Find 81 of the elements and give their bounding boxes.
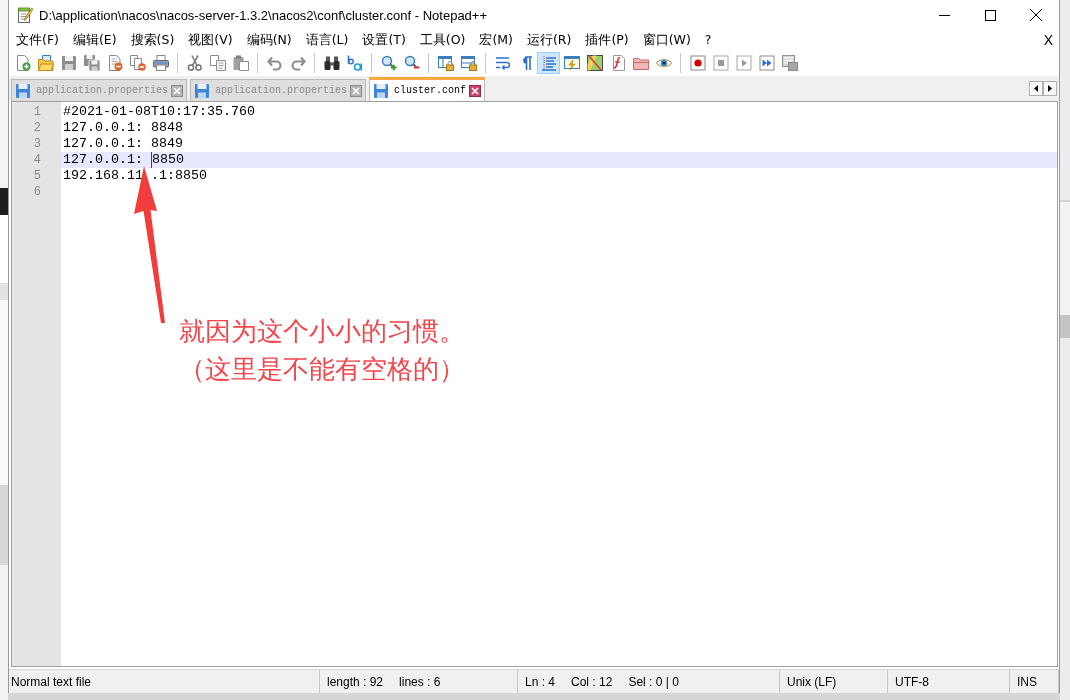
close-tab-icon[interactable] xyxy=(350,84,363,97)
printer-icon xyxy=(152,55,169,71)
clipboard-icon xyxy=(232,55,249,71)
code-text: 8850 xyxy=(152,152,184,168)
menu-item[interactable]: 设置(T) xyxy=(355,32,413,48)
code-text: 192.168.11 xyxy=(63,168,143,184)
status-text: UTF-8 xyxy=(895,674,929,689)
menu-item[interactable]: 编码(N) xyxy=(239,32,299,48)
file-tab[interactable]: cluster.conf xyxy=(369,77,486,101)
maximize-icon xyxy=(984,9,996,21)
status-text: Sel : 0 | 0 xyxy=(628,674,679,689)
scroll-tabs-right-button[interactable] xyxy=(1043,81,1057,96)
menu-item[interactable]: ? xyxy=(697,32,719,48)
window-lock-icon xyxy=(437,55,454,71)
new-page-icon xyxy=(14,55,31,71)
line-number: 5 xyxy=(32,168,41,184)
text-editor[interactable]: 1 2 3 4 5 6 #2021-01-08T10:17:35.760 127.0.0.1: 8848 127.0.0.1: 8849 127.0.0.1: 8850 192.168.11 .1:8850 就因为这个小小的习惯。 （这里是不能有空格的） xyxy=(11,101,1058,667)
scroll-tabs-left-button[interactable] xyxy=(1029,81,1043,96)
window-lock-icon xyxy=(460,55,477,71)
status-text: Unix (LF) xyxy=(787,674,837,689)
zoom-out-icon xyxy=(403,55,420,71)
close-tab-icon[interactable] xyxy=(171,84,184,97)
binoculars-icon xyxy=(323,55,340,71)
close-icon xyxy=(1030,9,1042,21)
notepad-icon xyxy=(17,7,33,23)
menu-item[interactable]: 搜索(S) xyxy=(123,32,182,48)
line-number: 3 xyxy=(32,136,41,152)
word-wrap-icon xyxy=(494,55,511,71)
menu-item[interactable]: 宏(M) xyxy=(472,32,520,48)
line-number: 4 xyxy=(32,152,41,168)
window-bolt-icon xyxy=(563,55,580,71)
replace-icon xyxy=(346,55,363,71)
menu-item[interactable]: 视图(V) xyxy=(181,32,240,48)
status-text: Col : 12 xyxy=(571,674,613,689)
code-text: #2021-01-08T10:17:35.760 xyxy=(63,104,255,120)
indent-guide-button[interactable] xyxy=(537,52,560,74)
menu-item[interactable]: 文件(F) xyxy=(9,32,66,48)
line-number: 6 xyxy=(32,184,41,200)
code-text: 127.0.0.1: 8849 xyxy=(63,136,183,152)
fast-forward-icon xyxy=(758,55,775,71)
annotation-text: （这里是不能有空格的） xyxy=(179,353,465,386)
copy-icon xyxy=(209,55,226,71)
play-icon xyxy=(735,55,752,71)
minimize-icon xyxy=(938,14,950,16)
folder-page-icon xyxy=(37,55,54,71)
code-text: .1:8850 xyxy=(150,168,207,184)
pages-minus-icon xyxy=(129,55,146,71)
page-minus-icon xyxy=(106,55,123,71)
list-window-icon xyxy=(781,55,798,71)
annotation-text: 就因为这个小小的习惯。 xyxy=(179,315,465,348)
scissors-icon xyxy=(186,55,203,71)
triangle-left-icon xyxy=(1034,85,1038,92)
line-number: 2 xyxy=(32,120,41,136)
floppy-disks-icon xyxy=(83,55,100,71)
line-number: 1 xyxy=(32,104,41,120)
map-icon xyxy=(586,55,603,71)
menu-item[interactable]: 编辑(E) xyxy=(65,32,124,48)
close-document-button[interactable]: X xyxy=(1043,32,1059,48)
indent-guide-icon xyxy=(540,55,557,71)
code-text: 127.0.0.1: xyxy=(63,152,144,168)
undo-icon xyxy=(266,55,283,71)
close-tab-icon[interactable] xyxy=(469,84,482,97)
folder-icon xyxy=(632,55,649,71)
menu-item[interactable]: 运行(R) xyxy=(520,32,579,48)
stop-icon xyxy=(712,55,729,71)
menu-item[interactable]: 插件(P) xyxy=(578,32,636,48)
window-title: D:\application\nacos\nacos-server-1.3.2\nacos2\conf\cluster.conf - Notepad++ xyxy=(39,7,488,23)
text-cursor-icon xyxy=(151,152,152,168)
redo-icon xyxy=(289,55,306,71)
status-text: INS xyxy=(1017,674,1037,689)
menu-item[interactable]: 窗口(W) xyxy=(635,32,698,48)
status-text: Normal text file xyxy=(11,674,92,689)
triangle-right-icon xyxy=(1048,85,1052,92)
status-text: lines : 6 xyxy=(399,674,441,689)
zoom-in-icon xyxy=(380,55,397,71)
status-text: Ln : 4 xyxy=(525,674,556,689)
menu-item[interactable]: 语言(L) xyxy=(298,32,356,48)
menu-item[interactable]: 工具(O) xyxy=(412,32,473,48)
code-text: 127.0.0.1: 8848 xyxy=(63,120,183,136)
record-icon xyxy=(689,55,706,71)
status-text: length : 92 xyxy=(327,674,384,689)
